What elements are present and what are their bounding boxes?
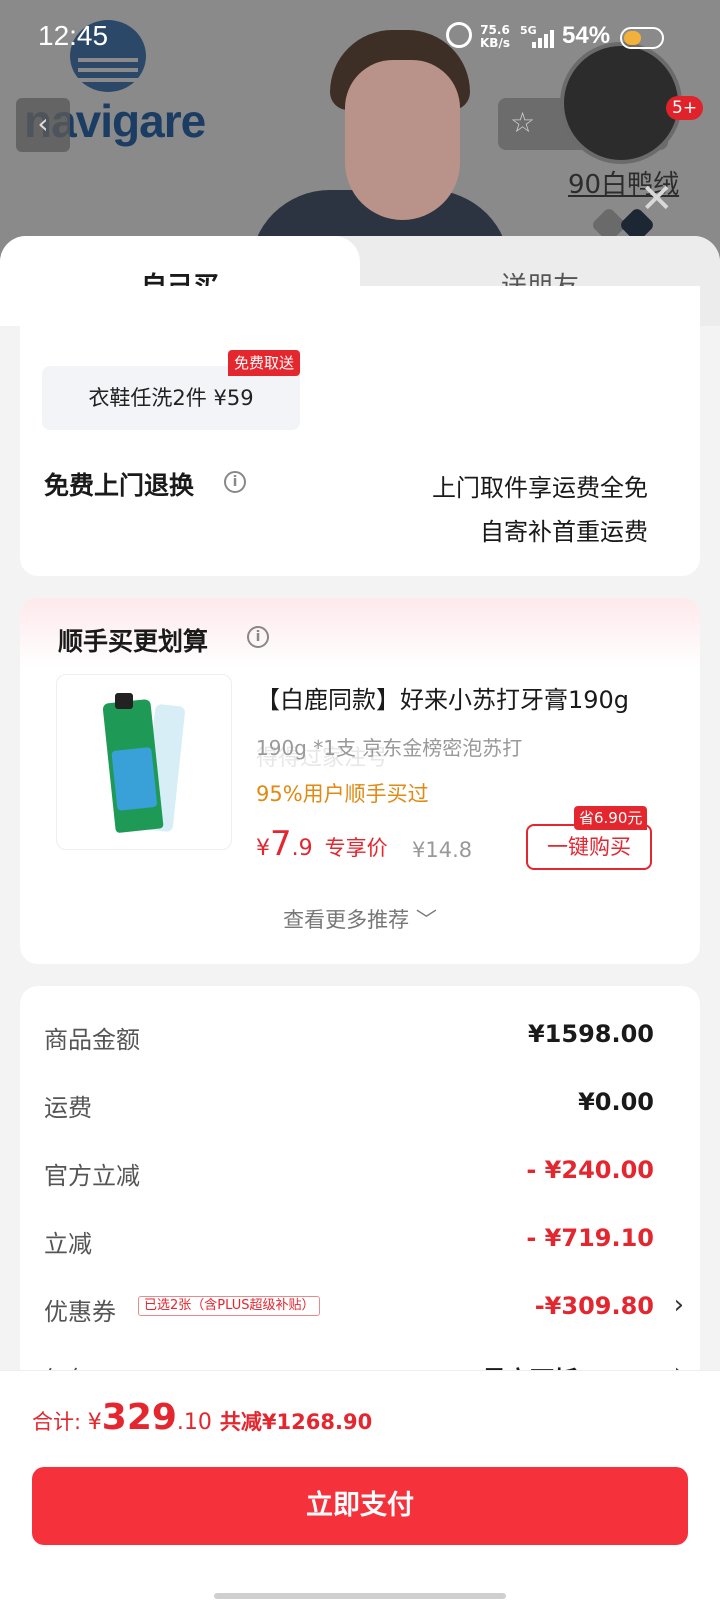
status-bar: 12:45 75.6 KB/s 5G 54%	[0, 0, 720, 76]
coupon-row[interactable]: 优惠券 已选2张（含PLUS超级补贴） -¥309.80 ›	[44, 1288, 684, 1328]
order-total: 合计: ¥329.10 共减¥1268.90	[32, 1397, 373, 1438]
addon-title: 顺手买更划算	[58, 627, 209, 656]
chevron-right-icon: ›	[673, 1290, 684, 1320]
pay-now-button[interactable]: 立即支付	[32, 1467, 688, 1545]
original-price: ¥14.8	[412, 838, 473, 862]
shipping-row: 运费 ¥0.00	[44, 1088, 654, 1122]
favorite-icon[interactable]: ☆	[510, 106, 535, 139]
return-info-line2: 自寄补首重运费	[480, 518, 648, 546]
coupon-selected-tag: 已选2张（含PLUS超级补贴）	[138, 1296, 321, 1316]
free-return-title: 免费上门退换	[44, 471, 195, 500]
battery-percent: 54%	[562, 22, 611, 49]
one-click-buy-button[interactable]: 一键购买	[526, 824, 652, 870]
addon-card: 顺手买更划算 i 【白鹿同款】好来小苏打牙膏190g 190g *1支 京东金榜…	[20, 598, 700, 964]
free-pickup-tag: 免费取送	[228, 350, 301, 376]
info-icon[interactable]: i	[247, 626, 269, 648]
addon-product-name[interactable]: 【白鹿同款】好来小苏打牙膏190g	[256, 680, 629, 715]
net-speed: 75.6 KB/s	[480, 23, 510, 50]
price-summary-card: 商品金额 ¥1598.00 运费 ¥0.00 官方立减 - ¥240.00 立减…	[20, 986, 700, 1406]
instant-discount-row: 立减 - ¥719.10	[44, 1224, 654, 1258]
watermark-text: 得得过家注号	[256, 746, 389, 771]
alarm-icon	[446, 22, 472, 48]
save-amount-tag: 省6.90元	[574, 806, 648, 830]
back-icon[interactable]: ‹	[16, 98, 70, 152]
status-time: 12:45	[38, 20, 109, 51]
more-recommendations-link[interactable]: 查看更多推荐 ﹀	[20, 904, 700, 934]
message-badge: 5+	[666, 96, 704, 120]
official-discount-row: 官方立减 - ¥240.00	[44, 1156, 654, 1190]
battery-icon	[620, 27, 664, 49]
home-indicator[interactable]	[214, 1593, 506, 1599]
total-saved: 共减¥1268.90	[219, 1410, 373, 1434]
users-bought-text: 95%用户顺手买过	[256, 782, 429, 806]
pay-bar: 合计: ¥329.10 共减¥1268.90 立即支付	[0, 1370, 720, 1600]
addon-price: ¥7.9 专享价	[256, 824, 388, 864]
toothpaste-thumbnail[interactable]	[56, 674, 232, 850]
signal-icon	[532, 30, 558, 48]
service-card: 衣鞋任洗2件 ¥59 免费取送 免费上门退换 i 上门取件享运费全免 自寄补首重…	[20, 286, 700, 576]
return-info-line1: 上门取件享运费全免	[432, 474, 648, 502]
info-icon[interactable]: i	[224, 471, 246, 493]
goods-amount-row: 商品金额 ¥1598.00	[44, 1020, 654, 1054]
